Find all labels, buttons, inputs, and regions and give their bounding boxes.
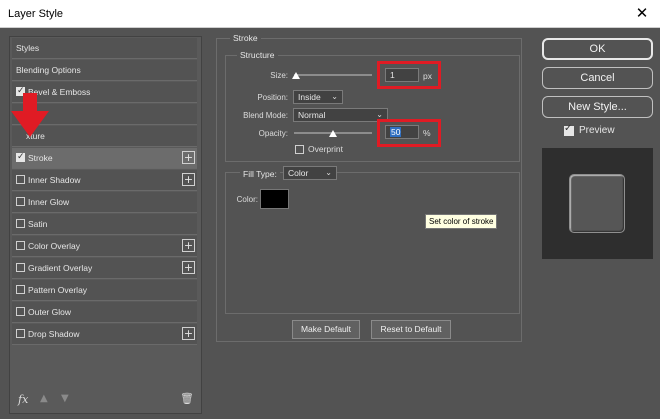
blend-mode-select[interactable]: Normal ⌄ — [293, 108, 388, 122]
style-checkbox[interactable] — [16, 219, 25, 228]
opacity-slider-thumb[interactable] — [329, 130, 337, 137]
preview-thumbnail — [569, 174, 625, 233]
blend-mode-value: Normal — [298, 110, 326, 120]
position-select[interactable]: Inside ⌄ — [293, 90, 343, 104]
move-up-icon[interactable]: ▲ — [40, 393, 48, 404]
size-label: Size: — [270, 71, 288, 80]
style-list-item[interactable]: Satin — [12, 214, 197, 235]
add-effect-icon[interactable]: + — [182, 151, 195, 164]
style-list-item[interactable]: Inner Glow — [12, 192, 197, 213]
style-checkbox[interactable] — [16, 329, 25, 338]
close-icon[interactable]: ✕ — [632, 4, 652, 24]
blend-mode-label: Blend Mode: — [243, 111, 288, 120]
style-list-item[interactable]: Blending Options — [12, 60, 197, 81]
style-list-item-label: Inner Glow — [28, 197, 70, 207]
fill-type-value: Color — [288, 168, 309, 178]
move-down-icon[interactable]: ▼ — [61, 393, 69, 404]
ok-button[interactable]: OK — [542, 38, 653, 60]
style-list-item-label: Outer Glow — [28, 307, 71, 317]
style-list-item[interactable]: Inner Shadow + — [12, 170, 197, 191]
style-list-item-label: Inner Shadow — [28, 175, 81, 185]
style-checkbox[interactable] — [16, 307, 25, 316]
style-checkbox[interactable] — [16, 285, 25, 294]
cancel-button[interactable]: Cancel — [542, 67, 653, 89]
reset-to-default-button[interactable]: Reset to Default — [371, 320, 451, 339]
style-checkbox[interactable] — [16, 175, 25, 184]
size-slider-track[interactable] — [294, 74, 372, 76]
style-preview — [542, 148, 653, 259]
trash-icon[interactable]: 🗑 — [180, 392, 194, 405]
style-checkbox[interactable] — [16, 263, 25, 272]
fx-icon[interactable]: fx — [18, 393, 28, 406]
fill-type-select[interactable]: Color ⌄ — [283, 166, 337, 180]
opacity-label: Opacity: — [258, 129, 288, 138]
overprint-checkbox[interactable] — [295, 145, 304, 154]
style-checkbox[interactable] — [16, 197, 25, 206]
styles-list-footer: fx ▲ ▼ 🗑 — [9, 385, 202, 413]
make-default-button[interactable]: Make Default — [292, 320, 360, 339]
new-style-button[interactable]: New Style... — [542, 96, 653, 118]
style-list-item[interactable]: Styles — [12, 38, 197, 59]
chevron-down-icon: ⌄ — [325, 168, 332, 177]
position-label: Position: — [257, 93, 288, 102]
style-list-item[interactable]: Gradient Overlay + — [12, 258, 197, 279]
style-list-item[interactable]: Color Overlay + — [12, 236, 197, 257]
color-tooltip: Set color of stroke — [425, 214, 498, 229]
style-list-item-label: Styles — [16, 43, 40, 53]
chevron-down-icon: ⌄ — [331, 92, 338, 101]
add-effect-icon[interactable]: + — [182, 239, 195, 252]
layer-style-dialog: StylesBlending OptionsBevel & Embosstour… — [0, 28, 660, 419]
color-label: Color: — [236, 195, 258, 204]
window-title: Layer Style — [8, 8, 64, 20]
chevron-down-icon: ⌄ — [376, 110, 383, 119]
style-list-item-label: Pattern Overlay — [28, 285, 88, 295]
add-effect-icon[interactable]: + — [182, 261, 195, 274]
stroke-color-swatch[interactable] — [260, 189, 289, 209]
add-effect-icon[interactable]: + — [182, 327, 195, 340]
style-list-item-label: Stroke — [28, 153, 53, 163]
style-list-item[interactable]: Outer Glow — [12, 302, 197, 323]
style-list-item-label: Satin — [28, 219, 48, 229]
size-slider-thumb[interactable] — [292, 72, 300, 79]
style-checkbox[interactable] — [16, 152, 25, 162]
add-effect-icon[interactable]: + — [182, 173, 195, 186]
overprint-label: Overprint — [308, 144, 343, 154]
title-bar: Layer Style ✕ — [0, 0, 660, 28]
size-annotation-box — [377, 61, 441, 89]
position-value: Inside — [298, 92, 321, 102]
preview-checkbox[interactable] — [564, 123, 574, 136]
style-checkbox[interactable] — [16, 241, 25, 250]
opacity-annotation-box — [377, 119, 441, 147]
annotation-arrow-icon — [11, 93, 49, 137]
style-list-item[interactable]: Stroke + — [12, 148, 197, 169]
preview-label: Preview — [579, 125, 615, 136]
structure-group-title: Structure — [237, 50, 278, 60]
style-list-item[interactable]: Pattern Overlay — [12, 280, 197, 301]
style-list-item-label: Gradient Overlay — [28, 263, 93, 273]
stroke-group-title: Stroke — [230, 33, 261, 43]
style-list-item-label: Color Overlay — [28, 241, 80, 251]
fill-type-label: Fill Type: — [240, 169, 280, 179]
style-list-item[interactable]: Drop Shadow + — [12, 324, 197, 345]
style-list-item-label: Blending Options — [16, 65, 81, 75]
style-list-item-label: Drop Shadow — [28, 329, 80, 339]
